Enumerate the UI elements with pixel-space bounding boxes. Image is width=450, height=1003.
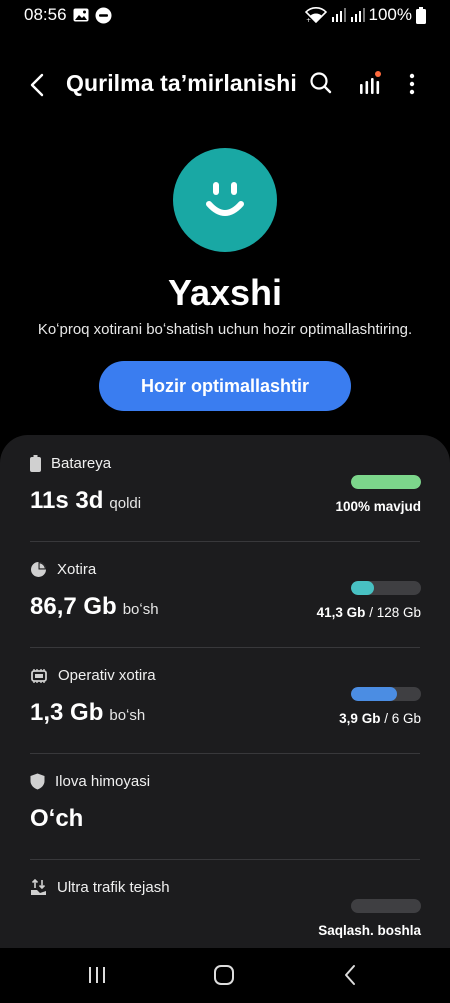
ram-used: 3,9 Gb bbox=[339, 711, 381, 726]
device-status-message: Koʻproq xotirani boʻshatish uchun hozir … bbox=[37, 321, 413, 338]
recents-button[interactable] bbox=[82, 962, 112, 988]
status-bar-right: + 100% bbox=[304, 5, 426, 25]
battery-available: 100% mavjud bbox=[335, 499, 421, 514]
signal-icon-sim2 bbox=[350, 8, 365, 22]
ram-label: Operativ xotira bbox=[58, 667, 156, 684]
storage-value-group: 86,7 Gb boʻsh bbox=[30, 593, 159, 621]
data-saver-action[interactable]: Saqlash. boshla bbox=[318, 923, 421, 938]
optimize-now-button[interactable]: Hozir optimallashtir bbox=[99, 361, 351, 411]
back-icon bbox=[345, 965, 355, 985]
ram-label-group: Operativ xotira bbox=[30, 667, 156, 684]
storage-separator: / bbox=[369, 605, 377, 620]
battery-icon bbox=[30, 455, 41, 472]
search-icon bbox=[310, 72, 332, 94]
battery-level-fill bbox=[351, 475, 421, 489]
battery-icon bbox=[416, 6, 426, 24]
storage-usage: 41,3 Gb / 128 Gb bbox=[317, 605, 421, 620]
page-title: Qurilma ta’mirlanishi bbox=[66, 70, 297, 96]
ram-free: 1,3 Gb bbox=[30, 699, 104, 726]
status-bar: 08:56 + 100% bbox=[0, 0, 450, 30]
report-button[interactable] bbox=[356, 70, 386, 100]
smiley-face-icon bbox=[173, 148, 277, 252]
ram-usage: 3,9 Gb / 6 Gb bbox=[339, 711, 421, 726]
ram-value-group: 1,3 Gb boʻsh bbox=[30, 699, 145, 727]
clock: 08:56 bbox=[24, 5, 67, 24]
memory-chip-icon bbox=[31, 668, 47, 683]
more-options-button[interactable] bbox=[400, 70, 424, 100]
ram-usage-bar bbox=[351, 687, 421, 701]
svg-text:+: + bbox=[306, 17, 311, 23]
storage-free-unit: boʻsh bbox=[122, 601, 159, 618]
home-icon bbox=[214, 965, 234, 985]
battery-percent: 100% bbox=[368, 5, 412, 24]
chevron-left-icon bbox=[30, 73, 44, 97]
battery-available-text: 100% mavjud bbox=[335, 499, 421, 514]
ram-separator: / bbox=[384, 711, 392, 726]
storage-row[interactable]: Xotira 86,7 Gb boʻsh 41,3 Gb / 128 Gb bbox=[0, 541, 450, 647]
home-button[interactable] bbox=[209, 962, 239, 988]
data-saver-action-text: Saqlash. boshla bbox=[318, 923, 421, 938]
pie-chart-icon bbox=[31, 562, 46, 577]
app-protection-value-group: Oʻch bbox=[30, 805, 83, 833]
battery-label: Batareya bbox=[51, 455, 112, 472]
battery-value-group: 11s 3d qoldi bbox=[30, 487, 141, 515]
recents-icon bbox=[89, 967, 105, 983]
device-care-card: Batareya 11s 3d qoldi 100% mavjud Xotira… bbox=[0, 435, 450, 965]
ram-total: 6 Gb bbox=[391, 711, 421, 726]
app-protection-label-group: Ilova himoyasi bbox=[30, 773, 150, 790]
app-bar: Qurilma ta’mirlanishi bbox=[0, 56, 450, 114]
do-not-disturb-icon bbox=[95, 7, 112, 24]
device-care-screen: 08:56 + 100% Qurilma ta’mirlanishi Yaxsh… bbox=[0, 0, 450, 1003]
search-button[interactable] bbox=[308, 70, 338, 100]
wifi-icon: + bbox=[304, 7, 327, 23]
device-status-title: Yaxshi bbox=[167, 272, 283, 313]
storage-total: 128 Gb bbox=[376, 605, 421, 620]
ram-free-unit: boʻsh bbox=[109, 707, 146, 724]
navigation-bar bbox=[0, 948, 450, 1003]
back-button[interactable] bbox=[22, 68, 52, 102]
status-bar-left: 08:56 bbox=[24, 5, 112, 25]
storage-used: 41,3 Gb bbox=[316, 605, 366, 620]
app-protection-label: Ilova himoyasi bbox=[55, 773, 151, 790]
shield-icon bbox=[30, 773, 45, 790]
storage-free: 86,7 Gb bbox=[30, 593, 117, 620]
ram-usage-fill bbox=[351, 687, 397, 701]
data-saver-label-group: Ultra trafik tejash bbox=[30, 879, 170, 896]
more-vertical-icon bbox=[409, 73, 415, 95]
back-nav-button[interactable] bbox=[335, 962, 365, 988]
ram-row[interactable]: Operativ xotira 1,3 Gb boʻsh 3,9 Gb / 6 … bbox=[0, 647, 450, 753]
bar-chart-icon bbox=[360, 71, 381, 94]
app-protection-state: Oʻch bbox=[30, 805, 84, 832]
data-saver-label: Ultra trafik tejash bbox=[57, 879, 170, 896]
battery-time-left: 11s 3d bbox=[30, 487, 104, 514]
app-protection-row[interactable]: Ilova himoyasi Oʻch bbox=[0, 753, 450, 859]
storage-usage-bar bbox=[351, 581, 421, 595]
battery-row[interactable]: Batareya 11s 3d qoldi 100% mavjud bbox=[0, 435, 450, 541]
data-saver-bar bbox=[351, 899, 421, 913]
battery-time-unit: qoldi bbox=[109, 495, 142, 512]
data-saving-icon bbox=[31, 879, 46, 895]
signal-icon-sim1 bbox=[331, 8, 346, 22]
battery-level-bar bbox=[351, 475, 421, 489]
gallery-icon bbox=[73, 8, 89, 22]
battery-label-group: Batareya bbox=[30, 455, 111, 472]
storage-usage-fill bbox=[351, 581, 375, 595]
storage-label-group: Xotira bbox=[30, 561, 96, 578]
storage-label: Xotira bbox=[57, 561, 97, 578]
